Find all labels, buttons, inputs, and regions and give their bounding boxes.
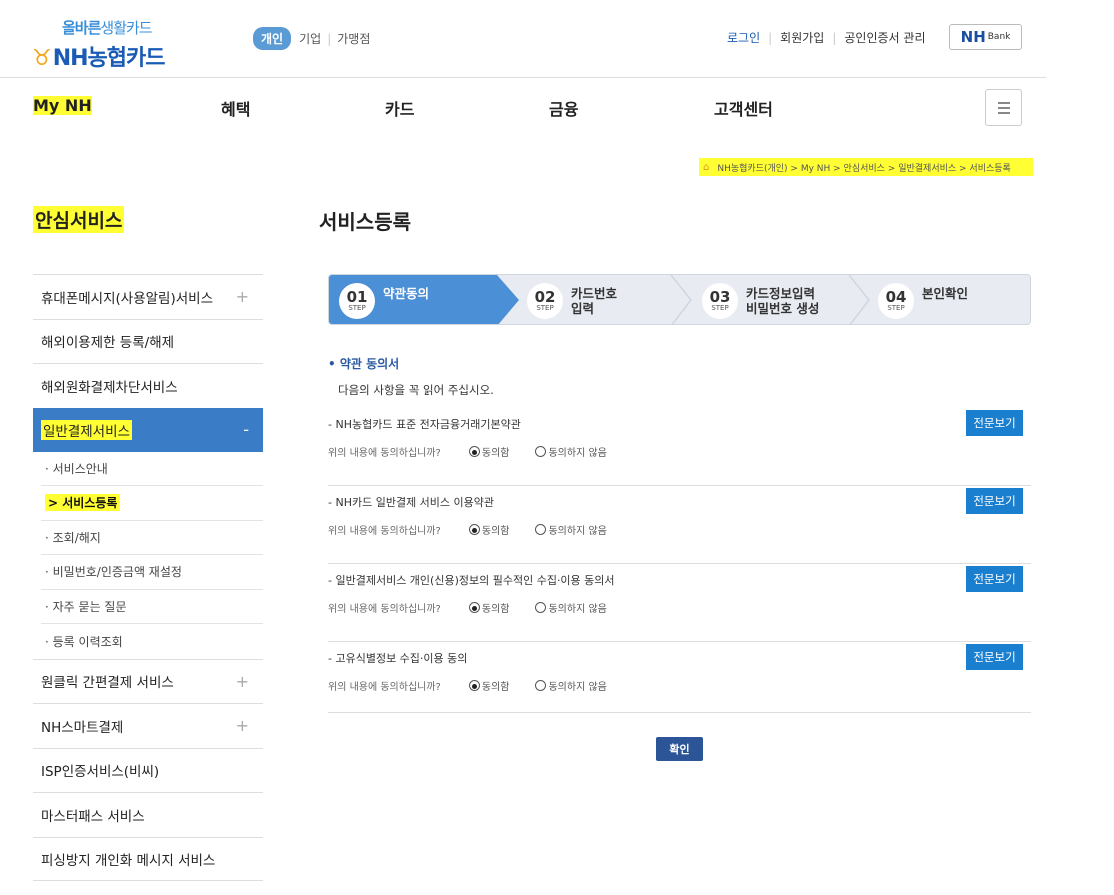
term-block: - 고유식별정보 수집·이용 동의 전문보기 위의 내용에 동의하십니까? 동의…	[328, 642, 1031, 713]
agree-radio[interactable]: 동의함	[468, 522, 509, 537]
sidebar-sub-inquiry[interactable]: · 조회/해지	[41, 521, 263, 555]
gnb-benefits[interactable]: 혜택	[221, 96, 250, 120]
agree-question: 위의 내용에 동의하십니까? 동의함 동의하지 않음	[328, 600, 607, 615]
disagree-radio[interactable]: 동의하지 않음	[535, 444, 607, 459]
segment-personal[interactable]: 개인	[253, 27, 292, 50]
term-block: - 일반결제서비스 개인(신용)정보의 필수적인 수집·이용 동의서 전문보기 …	[328, 564, 1031, 642]
gnb-finance[interactable]: 금융	[549, 96, 578, 120]
sidebar-sub-reset-password[interactable]: · 비밀번호/인증금액 재설정	[41, 555, 263, 590]
agree-question: 위의 내용에 동의하십니까? 동의함 동의하지 않음	[328, 444, 607, 459]
sidebar-item-anti-phishing[interactable]: 피싱방지 개인화 메시지 서비스	[33, 836, 263, 881]
disagree-radio[interactable]: 동의하지 않음	[535, 600, 607, 615]
sidebar-item-sms[interactable]: 휴대폰메시지(사용알림)서비스 +	[33, 274, 263, 319]
agree-radio[interactable]: 동의함	[468, 444, 509, 459]
sidebar-item-dcc-block[interactable]: 해외원화결제차단서비스	[33, 363, 263, 408]
login-link[interactable]: 로그인	[727, 29, 760, 46]
customer-type-switch: 개인 기업 | 가맹점	[253, 27, 370, 50]
header-divider	[0, 77, 1046, 78]
disagree-radio[interactable]: 동의하지 않음	[535, 678, 607, 693]
view-full-button[interactable]: 전문보기	[966, 488, 1023, 514]
sidebar-item-isp[interactable]: ISP인증서비스(비씨)	[33, 747, 263, 793]
sidebar-item-overseas-limit[interactable]: 해외이용제한 등록/해제	[33, 318, 263, 364]
confirm-button[interactable]: 확인	[656, 737, 703, 761]
term-title: - NH카드 일반결제 서비스 이용약관	[328, 496, 495, 509]
home-icon[interactable]: ⌂	[703, 162, 709, 173]
logo-tagline: 올바른생활카드	[62, 19, 153, 37]
plus-icon: +	[235, 287, 249, 307]
section-title: • 약관 동의서	[328, 357, 400, 371]
nhbank-button[interactable]: NH Bank	[949, 24, 1022, 50]
plus-icon: +	[235, 671, 249, 691]
view-full-button[interactable]: 전문보기	[966, 566, 1023, 592]
step-3: 03 STEP 카드정보입력 비밀번호 생성	[694, 275, 819, 324]
logo[interactable]: ♉NH농협카드	[32, 40, 166, 72]
term-title: - 일반결제서비스 개인(신용)정보의 필수적인 수집·이용 동의서	[328, 574, 615, 587]
term-title: - 고유식별정보 수집·이용 동의	[328, 652, 468, 665]
step-2: 02 STEP 카드번호 입력	[519, 275, 617, 324]
term-block: - NH농협카드 표준 전자금융거래기본약관 전문보기 위의 내용에 동의하십니…	[328, 408, 1031, 486]
agree-question: 위의 내용에 동의하십니까? 동의함 동의하지 않음	[328, 522, 607, 537]
segment-business[interactable]: 기업	[299, 30, 321, 47]
disagree-radio[interactable]: 동의하지 않음	[535, 522, 607, 537]
step-1: 01 STEP 약관동의	[329, 275, 519, 324]
sidebar-sub-history[interactable]: · 등록 이력조회	[41, 624, 263, 659]
sidebar-sub-faq[interactable]: · 자주 묻는 질문	[41, 590, 263, 624]
step-indicator: 01 STEP 약관동의 02 STEP 카드번호 입력 03 STEP 카드정보입력 비…	[328, 274, 1031, 325]
side-title: 안심서비스	[33, 206, 125, 233]
minus-icon: -	[243, 420, 249, 439]
agree-radio[interactable]: 동의함	[468, 600, 509, 615]
certificate-link[interactable]: 공인인증서 관리	[844, 29, 925, 46]
sidebar-sub-register[interactable]: > 서비스등록	[41, 486, 263, 521]
sidebar-item-masterpass[interactable]: 마스터패스 서비스	[33, 792, 263, 837]
side-nav: 휴대폰메시지(사용알림)서비스 + 해외이용제한 등록/해제 해외원화결제차단서비…	[33, 274, 263, 881]
gnb-customer-center[interactable]: 고객센터	[714, 96, 773, 120]
gnb-my-nh[interactable]: My NH	[33, 96, 92, 115]
sidebar-submenu: · 서비스안내 > 서비스등록 · 조회/해지 · 비밀번호/인증금액 재설정 …	[33, 452, 263, 659]
signup-link[interactable]: 회원가입	[780, 29, 824, 46]
sidebar-item-oneclick[interactable]: 원클릭 간편결제 서비스 +	[33, 658, 263, 704]
sidebar-item-general-payment[interactable]: 일반결제서비스 -	[33, 407, 263, 452]
plus-icon: +	[235, 716, 249, 736]
sidebar-item-smart-pay[interactable]: NH스마트결제 +	[33, 703, 263, 748]
term-title: - NH농협카드 표준 전자금융거래기본약관	[328, 418, 521, 431]
chevron-right-icon	[670, 275, 692, 324]
segment-merchant[interactable]: 가맹점	[337, 30, 370, 47]
chevron-right-icon	[848, 275, 870, 324]
term-block: - NH카드 일반결제 서비스 이용약관 전문보기 위의 내용에 동의하십니까?…	[328, 486, 1031, 564]
menu-icon[interactable]	[985, 89, 1022, 126]
agree-question: 위의 내용에 동의하십니까? 동의함 동의하지 않음	[328, 678, 607, 693]
logo-symbol-icon: ♉	[32, 46, 52, 71]
top-links: 로그인 | 회원가입 | 공인인증서 관리	[727, 29, 926, 46]
agree-radio[interactable]: 동의함	[468, 678, 509, 693]
breadcrumb: ⌂ NH농협카드(개인) > My NH > 안심서비스 > 일반결제서비스 >…	[699, 158, 1033, 176]
gnb-card[interactable]: 카드	[385, 96, 414, 120]
view-full-button[interactable]: 전문보기	[966, 410, 1023, 436]
view-full-button[interactable]: 전문보기	[966, 644, 1023, 670]
page-title: 서비스등록	[319, 210, 411, 234]
sidebar-sub-guide[interactable]: · 서비스안내	[41, 452, 263, 486]
step-4: 04 STEP 본인확인	[870, 275, 968, 324]
notice-text: 다음의 사항을 꼭 읽어 주십시오.	[338, 383, 494, 397]
